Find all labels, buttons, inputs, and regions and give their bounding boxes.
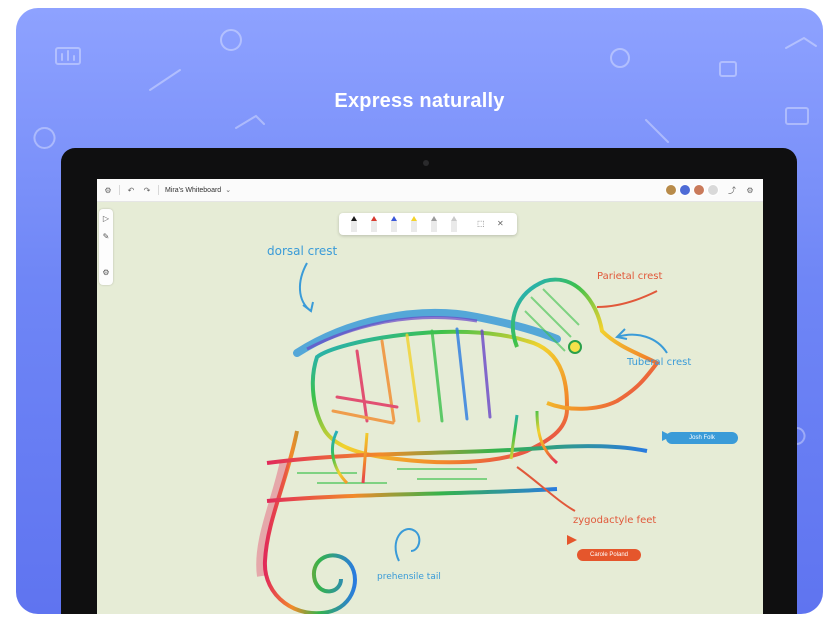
annotation-prehensile: prehensile tail <box>377 572 441 582</box>
whiteboard-screen: ⚙ ↶ ↷ Mira's Whiteboard ⌄ ⤴ ⚙ ▷ ✎ ⚙ ⬚ ✕ … <box>97 179 763 614</box>
share-icon[interactable]: ⤴ <box>727 185 737 195</box>
annotation-tubercular: Tuberal crest <box>626 357 691 368</box>
avatar[interactable] <box>693 184 705 196</box>
settings-icon[interactable]: ⚙ <box>103 185 113 195</box>
whiteboard-title[interactable]: Mira's Whiteboard <box>165 187 221 194</box>
whiteboard-topbar: ⚙ ↶ ↷ Mira's Whiteboard ⌄ ⤴ ⚙ <box>97 179 763 202</box>
settings-gear-icon[interactable]: ⚙ <box>745 185 755 195</box>
annotation-dorsal: dorsal crest <box>267 244 338 258</box>
follow-pill-orange[interactable]: Carole Poland <box>577 549 641 561</box>
divider <box>119 185 120 195</box>
topbar-right: ⤴ ⚙ <box>663 184 763 196</box>
avatar-more[interactable] <box>707 184 719 196</box>
divider <box>158 185 159 195</box>
chevron-down-icon[interactable]: ⌄ <box>225 186 231 194</box>
avatar[interactable] <box>665 184 677 196</box>
camera-icon <box>423 160 429 166</box>
avatar[interactable] <box>679 184 691 196</box>
annotation-parietal: Parietal crest <box>597 271 663 282</box>
follow-pill-blue[interactable]: Josh Folk <box>666 432 738 444</box>
chameleon-drawing: dorsal crest Parietal crest Tuberal cres… <box>256 244 691 614</box>
undo-icon[interactable]: ↶ <box>126 185 136 195</box>
headline: Express naturally <box>334 90 505 112</box>
annotation-zygodactyl: zygodactyle feet <box>573 515 656 526</box>
redo-icon[interactable]: ↷ <box>142 185 152 195</box>
tablet-device: ⚙ ↶ ↷ Mira's Whiteboard ⌄ ⤴ ⚙ ▷ ✎ ⚙ ⬚ ✕ … <box>61 148 797 614</box>
promo-card: Express naturally ⚙ ↶ ↷ Mira's Whiteboar… <box>16 8 823 614</box>
